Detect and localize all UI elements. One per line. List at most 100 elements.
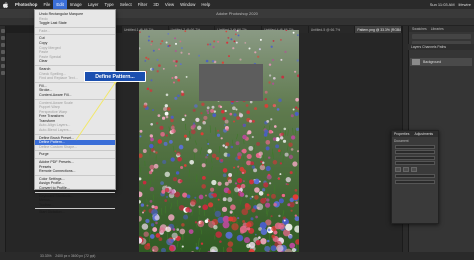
flower-dot [248, 145, 254, 151]
flower-dot [190, 129, 196, 135]
tab-layers[interactable]: Layers [411, 45, 421, 49]
flower-dot [217, 129, 220, 132]
flower-dot [235, 108, 238, 111]
marquee-tool-icon[interactable] [1, 36, 5, 40]
flower-dot [164, 171, 170, 177]
flower-dot [168, 188, 175, 195]
flower-dot [260, 228, 268, 235]
flower-dot [139, 129, 143, 133]
swatch-row[interactable] [412, 34, 471, 39]
guide-field[interactable] [395, 179, 435, 184]
flower-dot [175, 60, 178, 63]
menu-image[interactable]: Image [67, 0, 85, 9]
flower-dot [165, 41, 168, 44]
canvas-option-button[interactable] [395, 167, 401, 172]
menu-view[interactable]: View [162, 0, 177, 9]
edit-menu-item-start-dictation[interactable]: Start Dictation... [35, 210, 115, 215]
tab-properties[interactable]: Properties [394, 132, 409, 136]
resolution-field[interactable] [395, 155, 435, 160]
lasso-tool-icon[interactable] [1, 43, 5, 47]
menu-layer[interactable]: Layer [85, 0, 102, 9]
flower-dot [228, 216, 234, 222]
brush-tool-icon[interactable] [1, 57, 5, 61]
flower-dot [199, 221, 203, 225]
grid-field[interactable] [395, 174, 435, 178]
flower-dot [177, 78, 181, 82]
menu-type[interactable]: Type [101, 0, 116, 9]
mode-field[interactable] [395, 161, 435, 165]
flower-dot [237, 155, 241, 160]
flower-dot [150, 122, 154, 126]
flower-dot [169, 140, 173, 144]
menu-filter[interactable]: Filter [135, 0, 151, 9]
canvas-option-button[interactable] [411, 167, 417, 172]
width-field[interactable] [395, 144, 435, 149]
flower-dot [202, 204, 209, 211]
tab-swatches[interactable]: Swatches [412, 27, 427, 31]
flower-dot [285, 176, 291, 183]
layer-background[interactable]: Background [410, 58, 472, 66]
edit-menu-item-convert-to-profile[interactable]: Convert to Profile... [35, 186, 115, 191]
flower-dot [270, 118, 273, 121]
edit-menu-item-toolbar[interactable]: Toolbar... [35, 203, 115, 208]
flower-dot [183, 214, 189, 220]
flower-dot [249, 100, 253, 104]
flower-dot [155, 221, 158, 225]
flower-dot [183, 164, 187, 167]
menu-app-photoshop[interactable]: Photoshop [12, 0, 40, 9]
flower-dot [219, 240, 222, 243]
tab-paths[interactable]: Paths [437, 45, 446, 49]
flower-dot [254, 233, 257, 236]
crop-tool-icon[interactable] [1, 50, 5, 54]
clock[interactable]: Sun 11:03 AM [430, 2, 455, 7]
edit-menu-item-content-aware-fill[interactable]: Content-Aware Fill... [35, 93, 115, 98]
flower-dot [141, 223, 149, 230]
flower-dot [288, 154, 294, 160]
tab-channels[interactable]: Channels [422, 45, 436, 49]
flower-dot [154, 215, 160, 221]
flower-dot [277, 177, 281, 180]
edit-menu-item-define-custom-shape: Define Custom Shape... [39, 144, 78, 149]
flower-dot [205, 194, 207, 197]
menu-file[interactable]: File [40, 0, 53, 9]
menu-3d[interactable]: 3D [150, 0, 162, 9]
canvas-option-button[interactable] [403, 167, 409, 172]
height-field[interactable] [395, 150, 435, 154]
menu-edit[interactable]: Edit [53, 0, 67, 9]
menu-help[interactable]: Help [198, 0, 213, 9]
flower-dot [206, 154, 209, 156]
menu-bar: Photoshop File Edit Image Layer Type Sel… [0, 0, 474, 9]
flower-dot [158, 227, 165, 234]
eraser-tool-icon[interactable] [1, 64, 5, 68]
type-tool-icon[interactable] [1, 71, 5, 75]
flower-dot [159, 42, 162, 45]
flower-dot [192, 108, 196, 112]
flower-dot [200, 242, 204, 245]
user-name[interactable]: lifewire [459, 2, 471, 7]
flower-dot [278, 98, 282, 103]
flower-dot [205, 59, 209, 63]
menu-select[interactable]: Select [117, 0, 135, 9]
flower-dot [231, 223, 239, 231]
zoom-level[interactable]: 33.33% [40, 254, 52, 258]
flower-dot [258, 191, 264, 196]
menu-window[interactable]: Window [177, 0, 198, 9]
flower-dot [172, 176, 178, 182]
flower-dot [163, 107, 167, 111]
tab-untitled-5[interactable]: Untitled-5 @ 66.7% [309, 26, 356, 33]
edit-menu-item-purge[interactable]: Purge [35, 152, 115, 157]
flower-dot [181, 92, 185, 96]
tab-libraries[interactable]: Libraries [431, 27, 444, 31]
edit-menu-item-toggle-last-state[interactable]: Toggle Last State [35, 21, 115, 26]
flower-dot [142, 211, 144, 214]
edit-menu-item-remote-connections[interactable]: Remote Connections... [35, 169, 115, 174]
edit-menu-item-clear[interactable]: Clear [35, 59, 115, 64]
flower-dot [206, 218, 209, 221]
tab-adjustments[interactable]: Adjustments [414, 132, 433, 136]
apple-icon[interactable] [3, 1, 8, 8]
move-tool-icon[interactable] [1, 29, 5, 33]
marquee-selection[interactable] [199, 64, 263, 101]
tab-pattern-png[interactable]: Pattern.png @ 33.3% (RGB/8) [355, 26, 403, 33]
flower-dot [237, 177, 243, 184]
flower-dot [239, 166, 245, 172]
